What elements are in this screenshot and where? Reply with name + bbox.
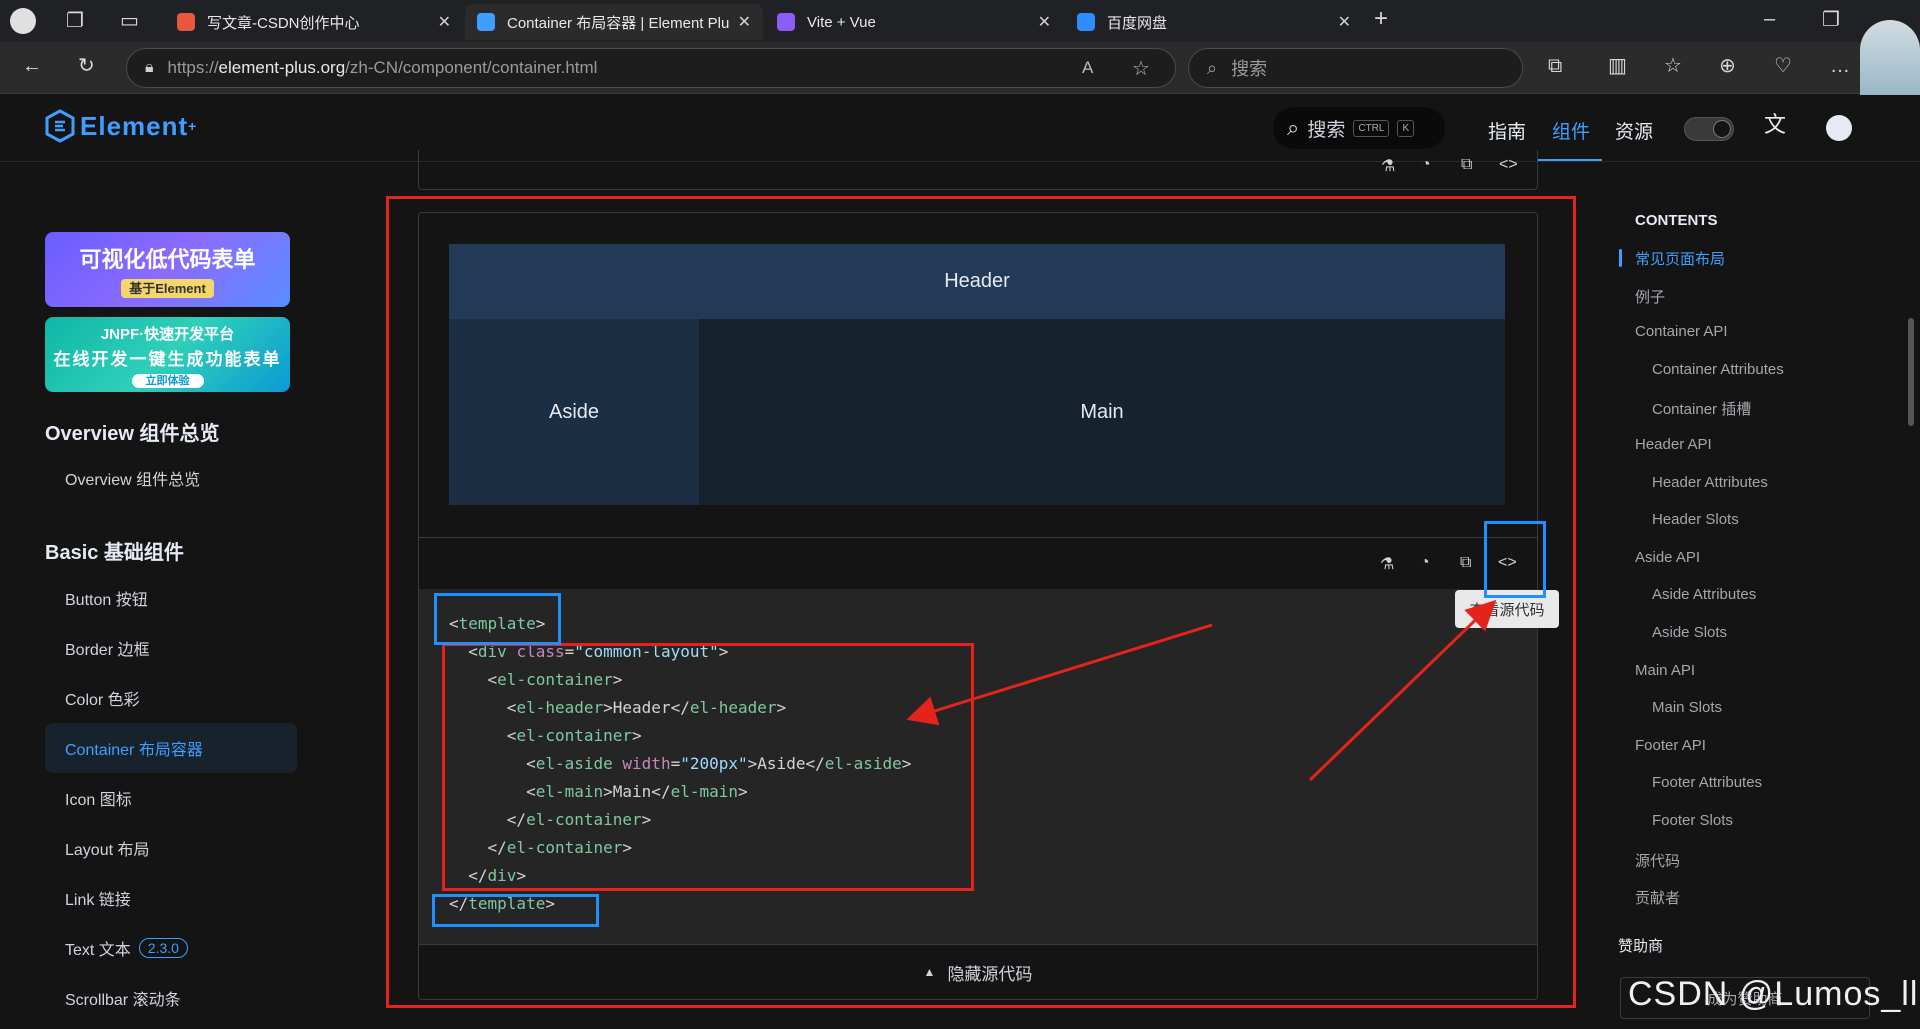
- sponsor-title: 赞助商: [1618, 938, 1664, 955]
- toc-item[interactable]: 源代码: [1635, 850, 1680, 871]
- toc-item[interactable]: Container Attributes: [1652, 361, 1784, 378]
- toc-item[interactable]: 贡献者: [1635, 887, 1680, 908]
- toc-item[interactable]: Main API: [1635, 662, 1695, 679]
- toc-title: CONTENTS: [1635, 212, 1718, 229]
- toc-item[interactable]: Footer API: [1635, 737, 1706, 754]
- toc-item[interactable]: Header Attributes: [1652, 474, 1768, 491]
- toc-item[interactable]: Aside Attributes: [1652, 586, 1756, 603]
- toc-item[interactable]: Footer Slots: [1652, 812, 1733, 829]
- toc-item[interactable]: Container 插槽: [1652, 398, 1751, 419]
- toc-item[interactable]: Aside Slots: [1652, 624, 1727, 641]
- toc-item[interactable]: Main Slots: [1652, 699, 1722, 716]
- toc-active-marker: [1619, 249, 1622, 267]
- toc-item[interactable]: Header API: [1635, 436, 1712, 453]
- toc-item[interactable]: Aside API: [1635, 549, 1700, 566]
- toc-item[interactable]: 例子: [1635, 286, 1665, 307]
- toc-item[interactable]: Footer Attributes: [1652, 774, 1762, 791]
- csdn-watermark: CSDN @Lumos_ll: [1628, 975, 1919, 1013]
- toc-item[interactable]: 常见页面布局: [1635, 248, 1725, 269]
- page-scrollbar[interactable]: [1908, 318, 1914, 426]
- annotation-arrows: [906, 599, 1497, 782]
- toc-item[interactable]: Header Slots: [1652, 511, 1739, 528]
- toc-item[interactable]: Container API: [1635, 323, 1728, 340]
